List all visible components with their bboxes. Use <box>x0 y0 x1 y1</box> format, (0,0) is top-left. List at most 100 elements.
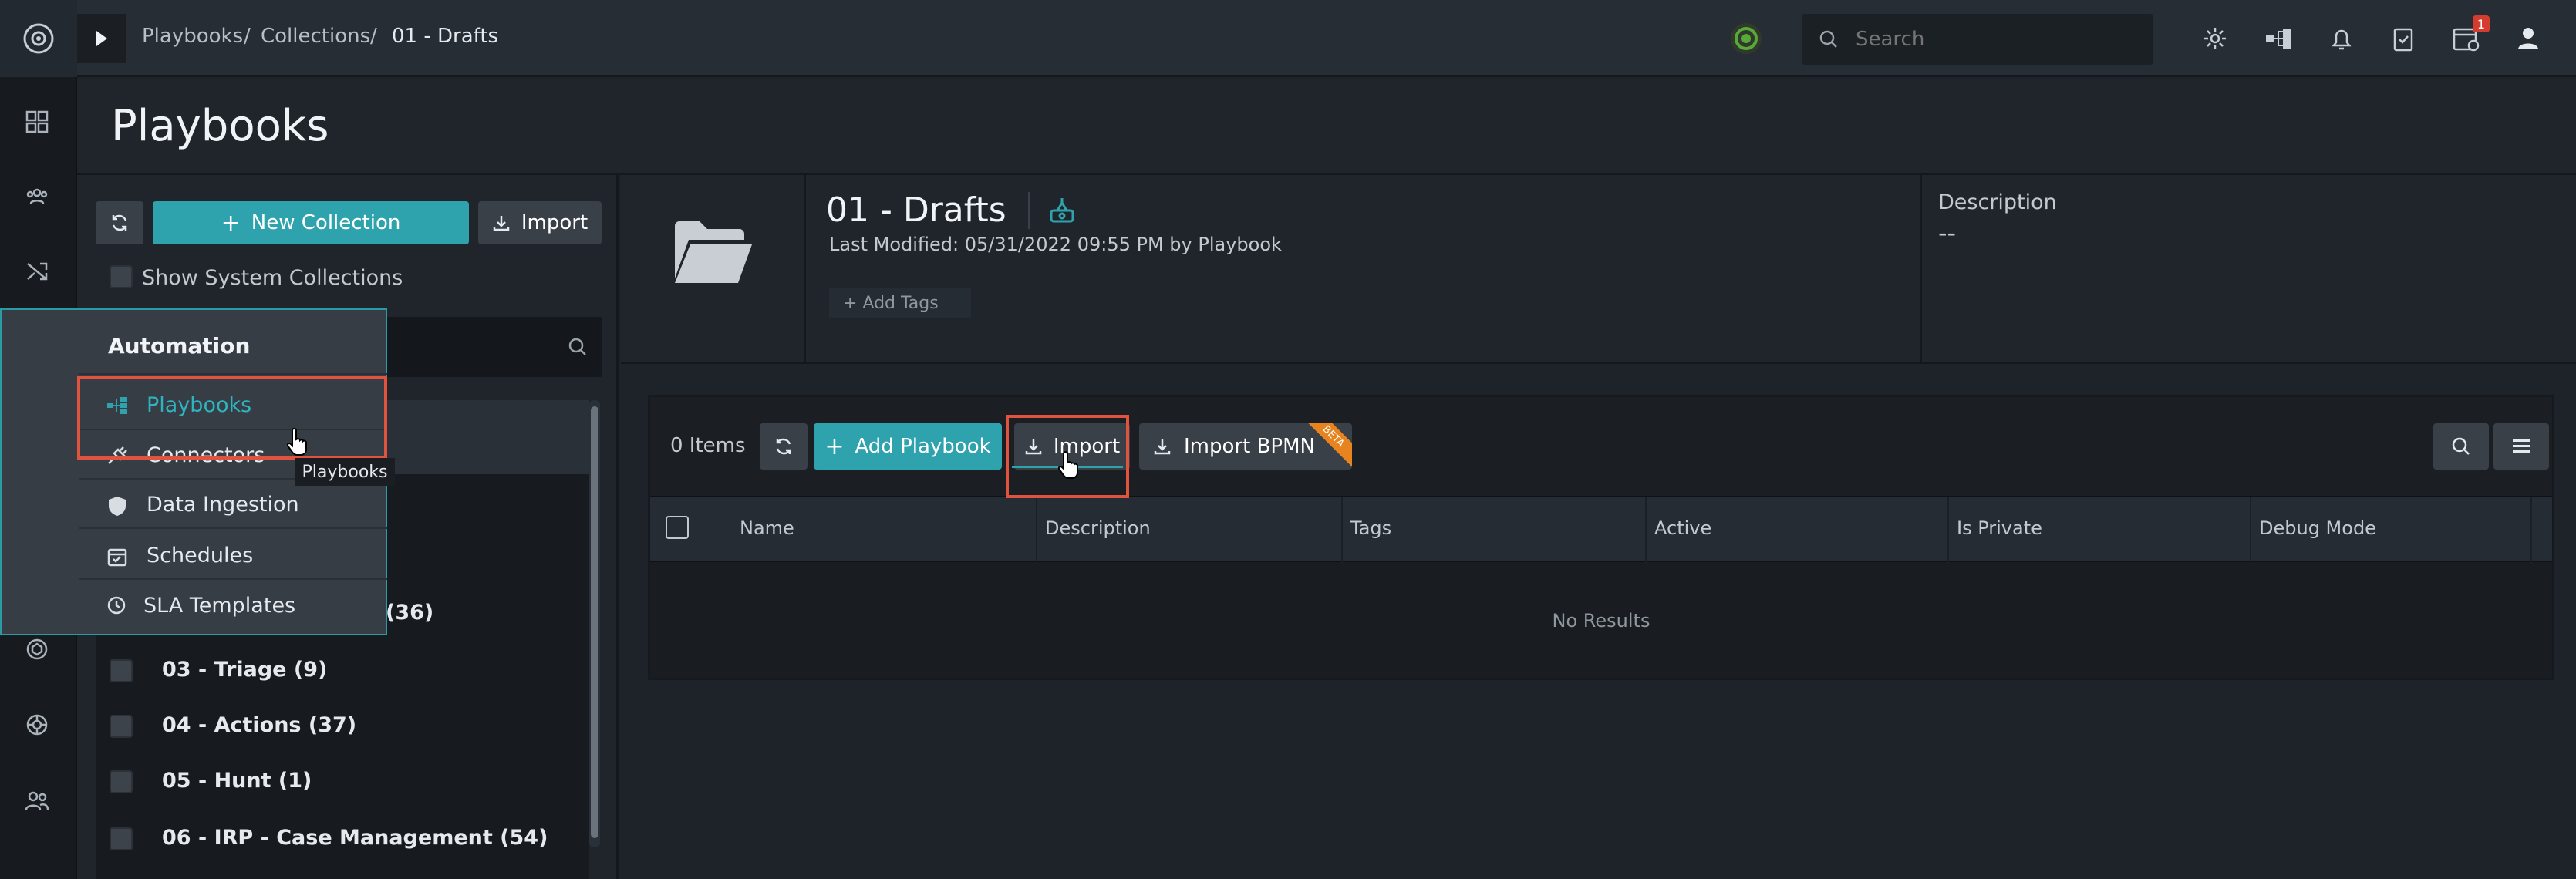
add-tags-button[interactable]: + Add Tags <box>829 288 971 318</box>
column-debug-mode[interactable]: Debug Mode <box>2259 517 2376 539</box>
calendar-icon <box>106 546 128 567</box>
last-modified-text: Last Modified: 05/31/2022 09:55 PM by Pl… <box>829 234 1282 255</box>
hand-cursor-icon <box>287 427 310 456</box>
tooltip: Playbooks <box>295 458 395 486</box>
tree-item-actions[interactable]: 04 - Actions (37) <box>162 713 356 737</box>
clipboard-check-icon[interactable] <box>2386 22 2420 56</box>
menu-item-label: SLA Templates <box>143 593 296 618</box>
collection-icon-area <box>621 175 806 362</box>
menu-item-label: Playbooks <box>147 392 252 417</box>
column-name[interactable]: Name <box>740 517 794 539</box>
playbook-tree-icon <box>106 396 128 415</box>
playbook-grid: 0 Items + Add Playbook Import Import BPM… <box>648 395 2554 680</box>
grid-search-button[interactable] <box>2433 423 2489 470</box>
new-collection-button[interactable]: + New Collection <box>153 201 469 244</box>
select-all-checkbox[interactable] <box>666 516 689 539</box>
download-icon <box>492 214 511 232</box>
tree-item-triage[interactable]: 03 - Triage (9) <box>162 658 327 682</box>
expand-nav-button[interactable] <box>77 14 126 63</box>
plus-icon: + <box>221 209 241 237</box>
download-icon <box>1024 437 1043 456</box>
import-bpmn-button[interactable]: Import BPMN BETA <box>1139 423 1352 470</box>
search-box[interactable] <box>1802 14 2153 65</box>
tree-item-checkbox[interactable] <box>110 715 133 738</box>
breadcrumb-current: 01 - Drafts <box>392 25 499 48</box>
menu-item-label: Data Ingestion <box>147 492 299 517</box>
title-divider <box>1028 192 1030 229</box>
column-tags[interactable]: Tags <box>1350 517 1391 539</box>
add-playbook-button[interactable]: + Add Playbook <box>814 423 1002 470</box>
refresh-collections-button[interactable] <box>96 201 143 244</box>
tree-scrollbar[interactable] <box>589 400 600 847</box>
bell-icon[interactable] <box>2325 22 2359 56</box>
tree-item-checkbox[interactable] <box>110 659 133 682</box>
refresh-grid-button[interactable] <box>760 423 808 470</box>
robot-icon[interactable] <box>1047 195 1077 226</box>
grid-header-row: Name Description Tags Active Is Private … <box>650 496 2552 564</box>
folder-open-icon <box>672 218 755 286</box>
page-header: Playbooks <box>77 79 2576 175</box>
grid-toolbar: 0 Items + Add Playbook Import Import BPM… <box>650 397 2552 496</box>
plus-icon: + <box>824 433 845 460</box>
status-indicator-icon[interactable] <box>1731 23 1762 54</box>
tree-item-irp-case-management[interactable]: 06 - IRP - Case Management (54) <box>162 826 548 850</box>
gear-icon[interactable] <box>2198 22 2232 56</box>
column-active[interactable]: Active <box>1654 517 1711 539</box>
hand-cursor-icon <box>1058 450 1081 480</box>
empty-state: No Results <box>1552 610 1650 631</box>
menu-item-data-ingestion[interactable]: Data Ingestion <box>79 481 387 529</box>
users-group-icon[interactable] <box>20 179 54 213</box>
tree-item-hunt[interactable]: 05 - Hunt (1) <box>162 769 312 793</box>
column-separator <box>2250 497 2251 564</box>
hexagon-icon[interactable] <box>20 632 54 666</box>
tree-scrollbar-thumb[interactable] <box>591 406 598 838</box>
collection-header: 01 - Drafts Last Modified: 05/31/2022 09… <box>621 175 2576 364</box>
download-icon <box>1153 437 1172 456</box>
top-bar: Playbooks / Collections / 01 - Drafts 1 <box>77 0 2576 77</box>
show-system-collections-checkbox[interactable] <box>110 265 133 288</box>
menu-item-schedules[interactable]: Schedules <box>79 532 387 580</box>
app-logo-icon[interactable] <box>0 0 77 77</box>
new-collection-label: New Collection <box>251 211 401 234</box>
breadcrumb-separator: / <box>370 25 377 48</box>
item-count: 0 Items <box>670 434 746 457</box>
column-is-private[interactable]: Is Private <box>1957 517 2042 539</box>
user-icon[interactable] <box>2511 22 2545 56</box>
team-icon[interactable] <box>20 783 54 817</box>
menu-item-sla-templates[interactable]: SLA Templates <box>79 581 387 629</box>
notification-badge: 1 <box>2473 15 2490 32</box>
tree-item-checkbox[interactable] <box>110 827 133 850</box>
breadcrumb-collections[interactable]: Collections <box>261 25 370 48</box>
grid-menu-button[interactable] <box>2493 423 2549 470</box>
import-collection-button[interactable]: Import <box>478 201 602 244</box>
import-label: Import <box>521 211 588 234</box>
import-bpmn-label: Import BPMN <box>1184 435 1315 458</box>
page-title: Playbooks <box>111 101 329 151</box>
tree-item-checkbox[interactable] <box>110 770 133 793</box>
menu-header: Automation <box>108 333 251 359</box>
header-divider <box>1920 175 1922 362</box>
plug-icon <box>106 446 128 466</box>
menu-divider <box>79 373 387 375</box>
menu-item-playbooks[interactable]: Playbooks <box>79 381 387 430</box>
hierarchy-icon[interactable] <box>2261 22 2295 56</box>
breadcrumb-separator: / <box>244 25 251 48</box>
menu-item-label: Connectors <box>147 443 265 467</box>
description-label: Description <box>1938 190 2057 214</box>
search-input[interactable] <box>1856 23 2133 56</box>
column-separator <box>1947 497 1949 564</box>
column-separator <box>1341 497 1343 564</box>
description-value: -- <box>1938 218 1957 248</box>
breadcrumb-playbooks[interactable]: Playbooks <box>142 25 243 48</box>
tree-item-label[interactable]: (36) <box>386 601 433 625</box>
column-separator <box>2530 497 2532 564</box>
settings-wheel-icon[interactable] <box>20 708 54 742</box>
search-icon <box>1819 29 1839 49</box>
dashboard-icon[interactable] <box>20 105 54 139</box>
collection-title: 01 - Drafts <box>826 190 1006 230</box>
shuffle-icon[interactable] <box>20 254 54 288</box>
search-icon <box>568 337 588 357</box>
add-playbook-label: Add Playbook <box>855 435 991 458</box>
column-separator <box>1645 497 1647 564</box>
column-description[interactable]: Description <box>1045 517 1151 539</box>
